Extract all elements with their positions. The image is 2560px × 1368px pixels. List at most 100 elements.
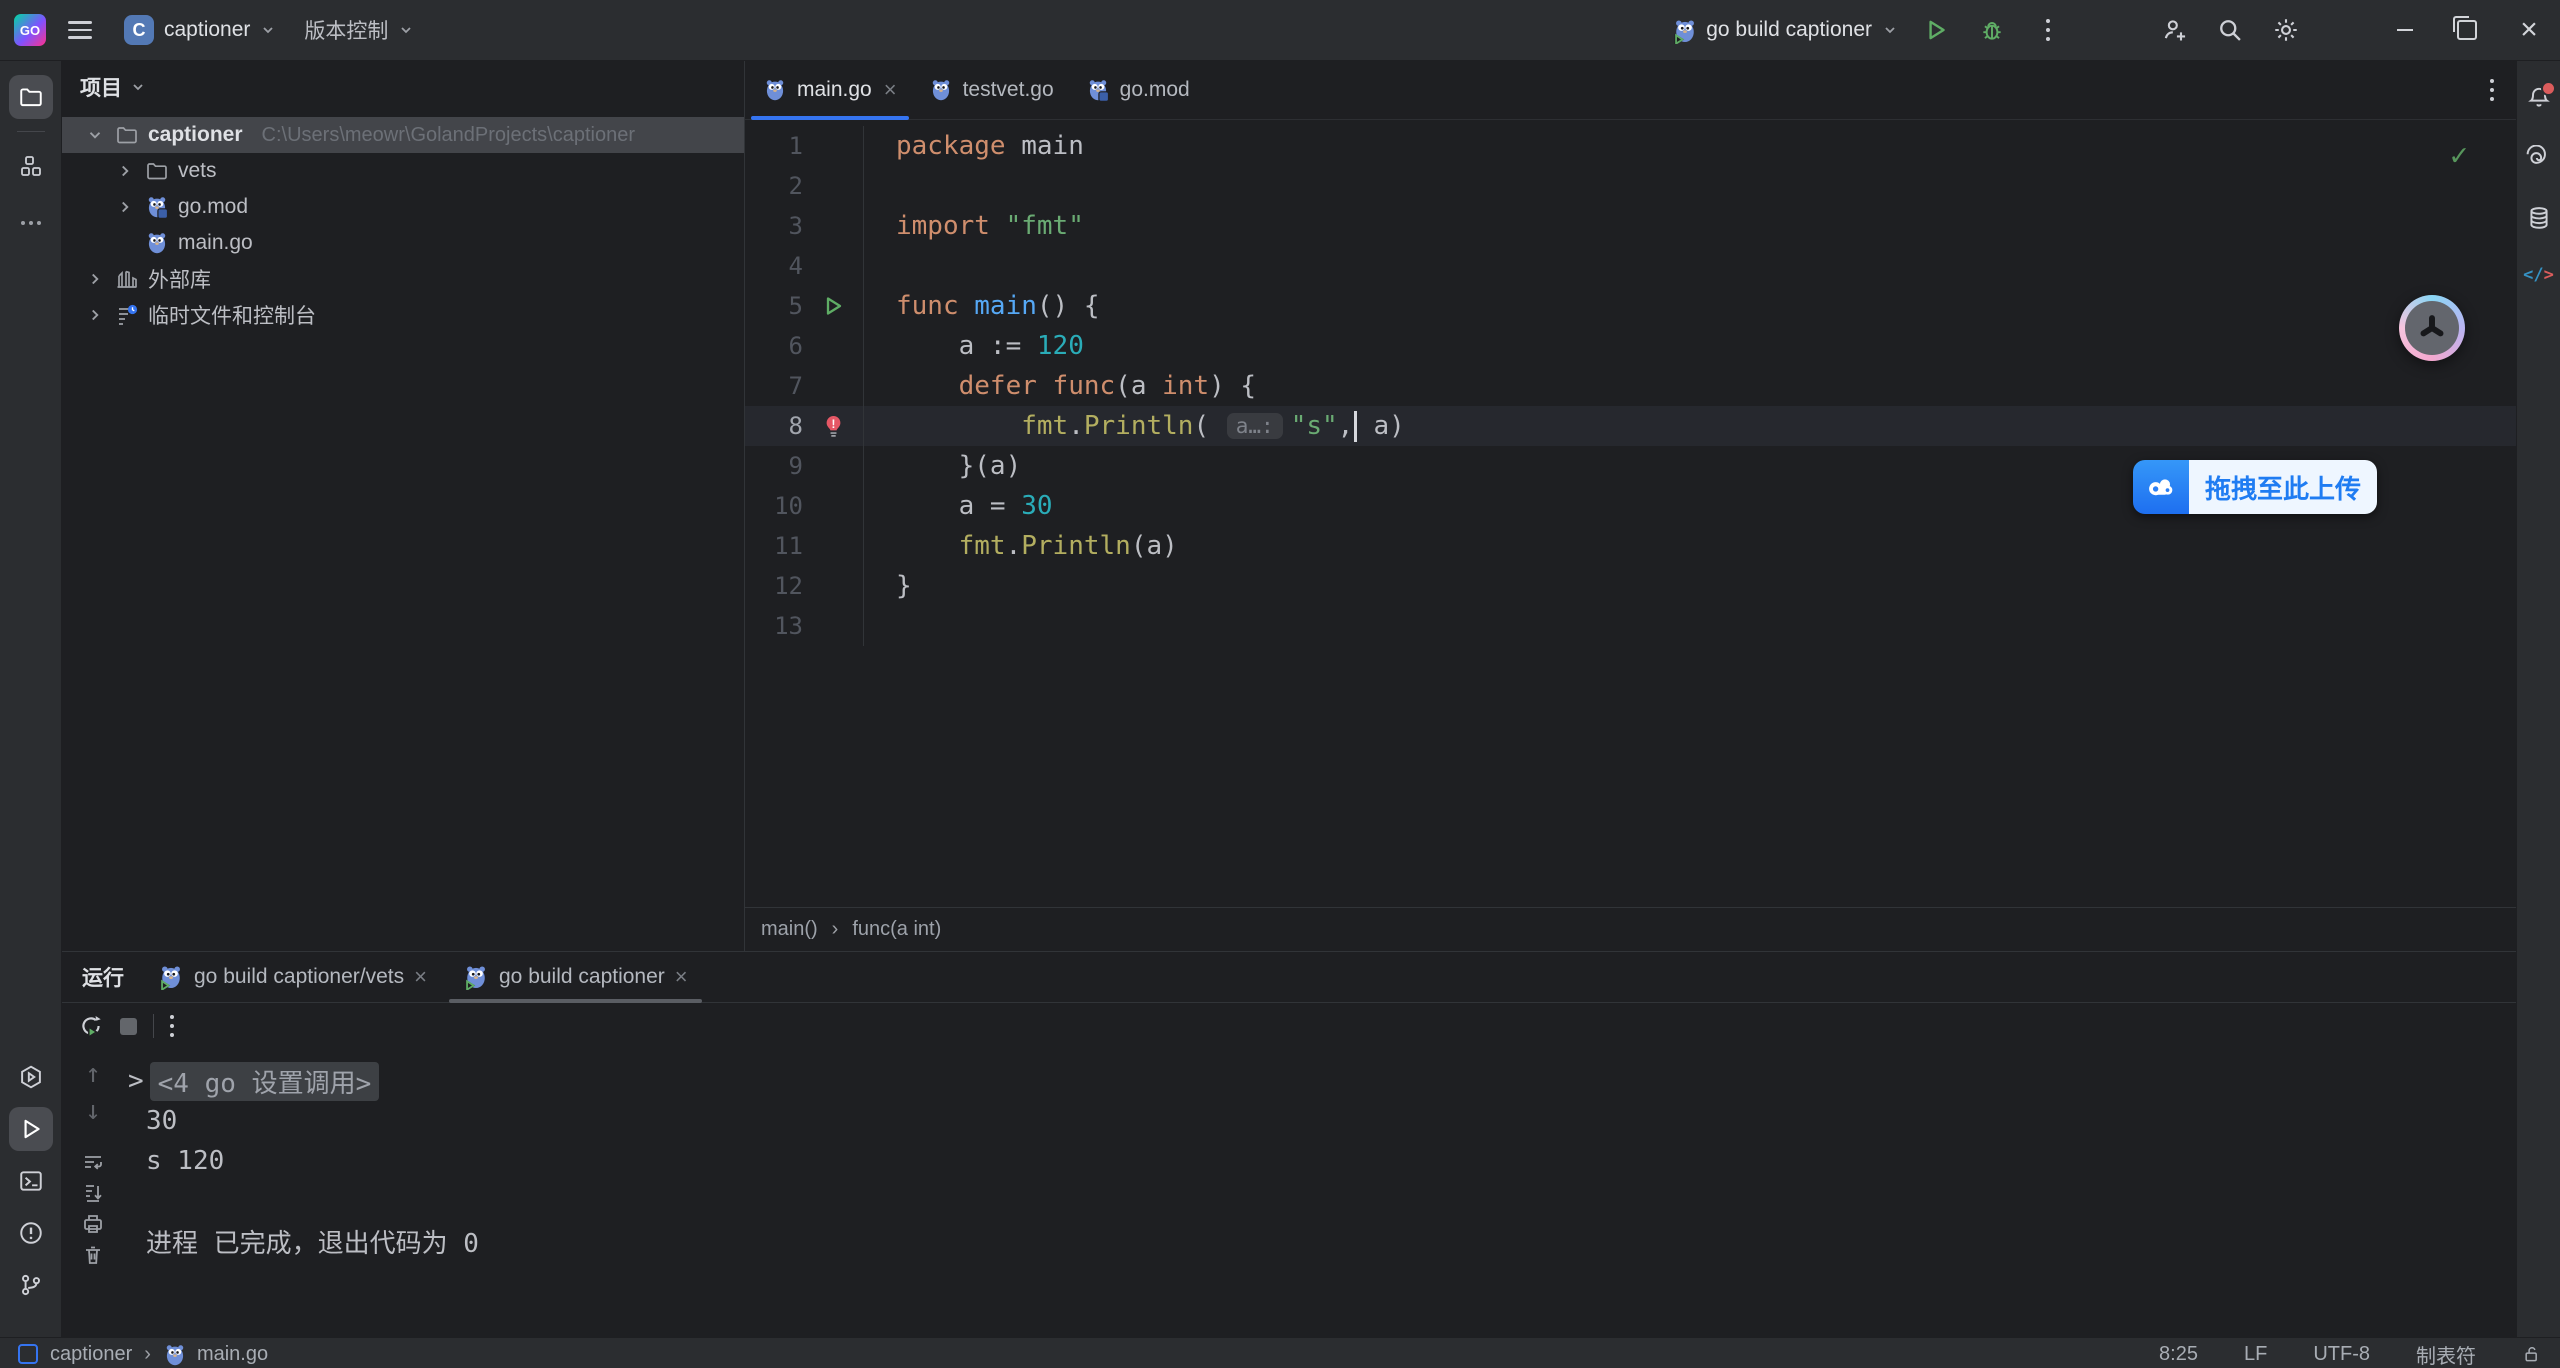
code-line-1[interactable]: 1package main <box>745 126 2516 166</box>
code-line-5[interactable]: 5func main() { <box>745 286 2516 326</box>
code-line-6[interactable]: 6 a := 120 <box>745 326 2516 366</box>
chevron-down-icon[interactable] <box>130 79 146 95</box>
database-button[interactable] <box>2526 205 2552 231</box>
code-line-2[interactable]: 2 <box>745 166 2516 206</box>
vcs-widget[interactable]: 版本控制 <box>290 8 428 52</box>
notifications-button[interactable] <box>2526 85 2552 111</box>
editor-tab-go.mod[interactable]: go.mod <box>1070 61 1206 119</box>
tool-structure-button[interactable] <box>9 144 53 188</box>
close-tab-icon[interactable]: × <box>675 964 688 990</box>
netdisk-upload-widget[interactable]: 拖拽至此上传 <box>2133 460 2377 514</box>
code-line-4[interactable]: 4 <box>745 246 2516 286</box>
close-tab-icon[interactable]: × <box>414 964 427 990</box>
line-number: 4 <box>745 252 803 280</box>
console-fold-arrow[interactable]: > <box>128 1066 144 1096</box>
chevron-down-icon[interactable] <box>84 126 106 144</box>
scroll-to-end-button[interactable] <box>81 1181 105 1205</box>
editor-tab-options-button[interactable] <box>2490 79 2494 101</box>
rerun-button[interactable] <box>78 1013 104 1039</box>
code-line-11[interactable]: 11 fmt.Println(a) <box>745 526 2516 566</box>
tool-run-button[interactable] <box>9 1107 53 1151</box>
debug-button[interactable] <box>1964 8 2020 52</box>
tool-git-button[interactable] <box>9 1263 53 1307</box>
breadcrumb-item[interactable]: main() <box>761 918 818 941</box>
run-configuration-selector[interactable]: go build captioner <box>1662 18 1908 42</box>
ai-assistant-button[interactable] <box>2526 145 2552 171</box>
more-actions-button[interactable] <box>2020 8 2076 52</box>
code-line-8[interactable]: 8! fmt.Println( a…:"s", a) <box>745 406 2516 446</box>
code-line-3[interactable]: 3import "fmt" <box>745 206 2516 246</box>
minimize-button[interactable] <box>2374 0 2436 60</box>
line-ending[interactable]: LF <box>2244 1343 2267 1366</box>
unlock-icon[interactable] <box>2522 1344 2542 1364</box>
stop-button[interactable] <box>120 1018 137 1035</box>
run-options-button[interactable] <box>170 1015 174 1037</box>
tree-item-vets[interactable]: vets <box>62 153 744 189</box>
tool-problems-button[interactable] <box>9 1211 53 1255</box>
project-tree: captionerC:\Users\meowr\GolandProjects\c… <box>62 117 744 333</box>
restore-icon <box>2457 20 2477 40</box>
tool-services-button[interactable] <box>9 1055 53 1099</box>
console-folded-region[interactable]: <4 go 设置调用> <box>150 1062 380 1101</box>
soft-wrap-button[interactable] <box>81 1150 105 1174</box>
line-number: 8 <box>745 412 803 440</box>
library-icon <box>115 267 139 291</box>
bug-icon <box>1979 17 2005 43</box>
restore-button[interactable] <box>2436 0 2498 60</box>
code-line-13[interactable]: 13 <box>745 606 2516 646</box>
run-tab-go build captioner[interactable]: go build captioner× <box>445 952 706 1002</box>
tree-item-外部库[interactable]: 外部库 <box>62 261 744 297</box>
chevron-right-icon[interactable] <box>114 198 136 216</box>
floating-assistant-button[interactable] <box>2399 295 2465 361</box>
indent-mode[interactable]: 制表符 <box>2416 1340 2476 1368</box>
project-widget[interactable]: C captioner <box>110 8 290 52</box>
code-token: a := <box>896 331 1037 361</box>
editor-tab-main.go[interactable]: main.go× <box>747 61 913 119</box>
code-token: main <box>1006 131 1084 161</box>
code-token: }(a) <box>896 451 1021 481</box>
print-button[interactable] <box>81 1212 105 1236</box>
code-line-12[interactable]: 12} <box>745 566 2516 606</box>
gutter-bulb-icon[interactable]: ! <box>803 414 863 439</box>
file-encoding[interactable]: UTF-8 <box>2313 1343 2370 1366</box>
inspection-ok-icon[interactable]: ✓ <box>2450 138 2468 173</box>
tree-item-go.mod[interactable]: go.mod <box>62 189 744 225</box>
chevron-right-icon[interactable] <box>84 270 106 288</box>
netdisk-cloud-icon <box>2133 460 2189 514</box>
tool-terminal-button[interactable] <box>9 1159 53 1203</box>
close-button[interactable]: × <box>2498 0 2560 60</box>
code-token: ) { <box>1209 371 1256 401</box>
tree-item-captioner[interactable]: captionerC:\Users\meowr\GolandProjects\c… <box>62 117 744 153</box>
chevron-right-icon[interactable] <box>114 162 136 180</box>
tree-item-main.go[interactable]: main.go <box>62 225 744 261</box>
code-line-7[interactable]: 7 defer func(a int) { <box>745 366 2516 406</box>
search-everywhere-button[interactable] <box>2202 8 2258 52</box>
more-tool-windows-button[interactable] <box>9 196 53 240</box>
main-menu-button[interactable] <box>68 21 92 39</box>
gopherMod-icon <box>1086 78 1110 102</box>
code-with-me-button[interactable] <box>2146 8 2202 52</box>
close-tab-icon[interactable]: × <box>884 77 897 103</box>
tree-item-label: 外部库 <box>148 264 211 294</box>
console-output[interactable]: > <4 go 设置调用> 30 s 120 进程 已完成，退出代码为 0 <box>124 1049 2516 1337</box>
clear-console-button[interactable] <box>81 1243 105 1267</box>
up-stacktrace-button[interactable]: ↑ <box>85 1059 101 1089</box>
run-button[interactable] <box>1908 8 1964 52</box>
editor-tab-testvet.go[interactable]: testvet.go <box>913 61 1070 119</box>
code-token: "s" <box>1291 411 1338 441</box>
statusbar-file[interactable]: main.go <box>197 1343 268 1366</box>
chevron-right-icon[interactable] <box>84 306 106 324</box>
endpoints-button[interactable]: </> <box>2523 265 2554 285</box>
gutter-run-icon[interactable] <box>803 294 863 318</box>
run-tab-go build captioner/vets[interactable]: go build captioner/vets× <box>140 952 445 1002</box>
tree-item-临时文件和控制台[interactable]: 临时文件和控制台 <box>62 297 744 333</box>
settings-button[interactable] <box>2258 8 2314 52</box>
code-token: () { <box>1037 291 1100 321</box>
tool-project-button[interactable] <box>9 75 53 119</box>
breadcrumb-item[interactable]: func(a int) <box>852 918 941 941</box>
play-icon <box>1923 17 1949 43</box>
statusbar-project[interactable]: captioner <box>50 1343 132 1366</box>
code-token: func <box>896 291 974 321</box>
caret-position[interactable]: 8:25 <box>2159 1343 2198 1366</box>
down-stacktrace-button[interactable]: ↓ <box>85 1096 101 1126</box>
